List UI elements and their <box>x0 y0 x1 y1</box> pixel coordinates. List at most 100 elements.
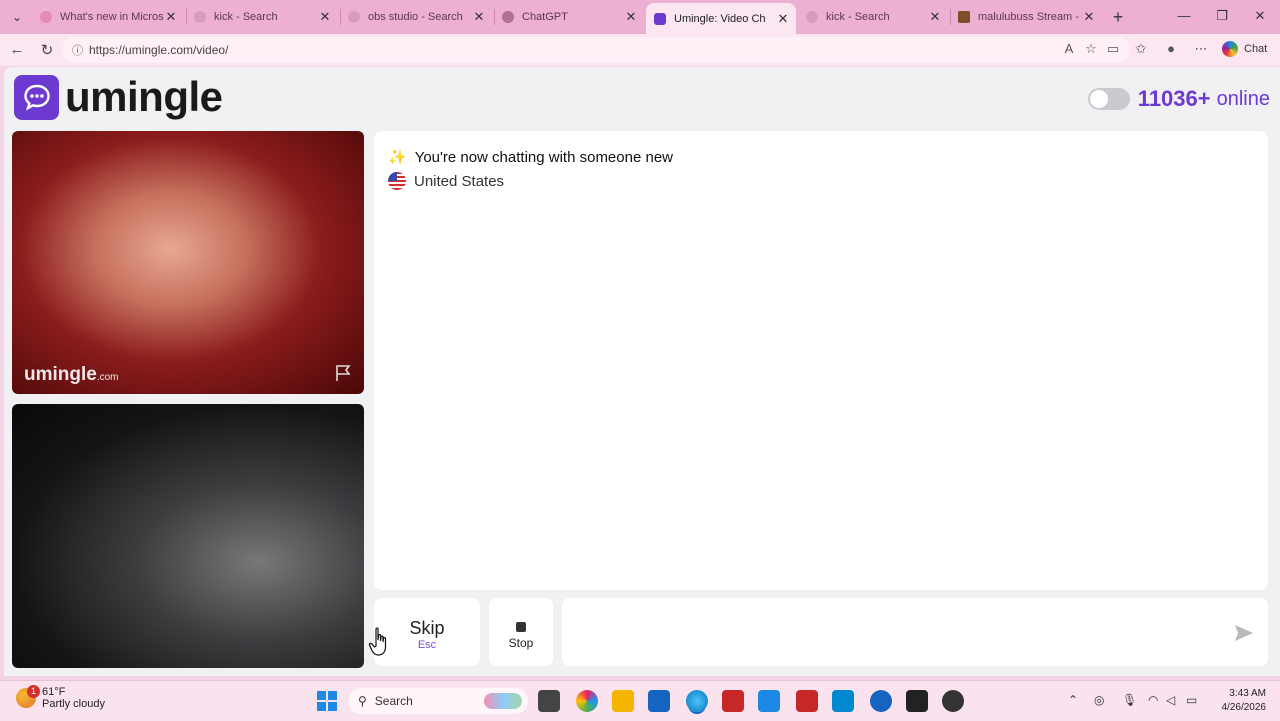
back-arrow-icon[interactable]: ← <box>8 41 26 58</box>
restore-icon[interactable]: ❐ <box>1212 8 1232 24</box>
refresh-icon[interactable]: ↻ <box>38 41 56 59</box>
edge-app-icon[interactable] <box>686 690 708 712</box>
camera-icon[interactable]: ▭ <box>1104 41 1122 57</box>
close-tab-icon[interactable]: ✕ <box>318 9 332 25</box>
tab-title: Umingle: Video Ch <box>674 12 766 25</box>
more-menu-icon[interactable]: ⋯ <box>1192 41 1210 57</box>
ea-app-icon[interactable] <box>870 690 892 712</box>
volume-icon[interactable]: ◁ <box>1166 693 1175 707</box>
umingle-favicon-icon <box>654 12 666 25</box>
hand-cursor-icon <box>368 627 387 656</box>
app-launcher-icon[interactable] <box>758 690 780 712</box>
stop-label: Stop <box>508 636 534 650</box>
tab-actions-menu[interactable]: ⌄ <box>6 6 28 28</box>
send-icon[interactable] <box>1234 624 1254 642</box>
tab-kick-search-2[interactable]: kick - Search ✕ <box>798 4 948 30</box>
partner-country: United States <box>388 172 504 190</box>
local-video <box>12 404 364 668</box>
clock-time: 3:43 AM <box>1229 688 1266 699</box>
lock-icon: ⓘ <box>72 45 83 57</box>
lenovo-icon[interactable] <box>722 690 744 712</box>
tab-title: What's new in Microso <box>60 11 164 23</box>
close-tab-icon[interactable]: ✕ <box>472 9 486 25</box>
microsoft-store-icon[interactable] <box>648 690 670 712</box>
mcafee-icon[interactable] <box>796 690 818 712</box>
logo-wordmark: umingle <box>65 73 223 120</box>
search-label: Search <box>374 694 413 708</box>
task-view-icon[interactable] <box>538 690 560 712</box>
system-clock[interactable]: 3:43 AM 4/26/2026 <box>1222 687 1267 715</box>
tab-malulubuss-stream[interactable]: malulubuss Stream - W ✕ <box>950 4 1102 30</box>
windows-start-icon[interactable] <box>316 690 338 712</box>
close-tab-icon[interactable]: ✕ <box>624 9 638 25</box>
browser-toolbar: ← ↻ ⓘ https://umingle.com/video/ A ☆ ▭ ✩… <box>0 34 1280 66</box>
kick-favicon-icon <box>958 11 970 23</box>
copilot-icon <box>1222 41 1238 57</box>
notification-badge: 1 <box>27 685 40 698</box>
close-tab-icon[interactable]: ✕ <box>1082 9 1096 25</box>
online-indicator: 11036+ online <box>1087 86 1270 112</box>
online-count: 11036+ <box>1137 86 1211 111</box>
tab-kick-search[interactable]: kick - Search ✕ <box>186 4 338 30</box>
tab-obs-search[interactable]: obs studio - Search ✕ <box>340 4 492 30</box>
taskbar-search[interactable]: ⚲ Search <box>348 688 528 714</box>
tab-title: obs studio - Search <box>368 11 463 23</box>
address-bar[interactable]: ⓘ https://umingle.com/video/ <box>62 37 1130 63</box>
message-input[interactable] <box>562 598 1268 666</box>
sparkle-icon: ✨ <box>388 149 407 166</box>
favorites-icon[interactable]: ✩ <box>1132 41 1150 57</box>
vpn-shield-icon[interactable]: ◎ <box>1094 693 1104 707</box>
clock-date: 4/26/2026 <box>1221 702 1267 713</box>
umingle-logo[interactable]: umingle <box>14 73 223 121</box>
search-highlight-icon <box>484 693 522 709</box>
url-text: https://umingle.com/video/ <box>89 43 229 57</box>
chat-bubble-logo-icon <box>14 74 59 120</box>
close-tab-icon[interactable]: ✕ <box>776 11 790 27</box>
show-hidden-icons[interactable]: ⌃ <box>1068 693 1078 707</box>
tab-title: ChatGPT <box>522 11 568 23</box>
tab-whats-new[interactable]: What's new in Microso ✕ <box>32 4 184 30</box>
tab-umingle[interactable]: Umingle: Video Ch ✕ <box>646 3 796 34</box>
battery-icon[interactable]: ▭ <box>1186 693 1197 707</box>
search-favicon-icon <box>806 11 818 23</box>
wifi-icon[interactable]: ◠ <box>1148 693 1158 707</box>
search-favicon-icon <box>194 11 206 23</box>
outlook-icon[interactable] <box>832 690 854 712</box>
read-aloud-icon[interactable]: A <box>1060 41 1078 56</box>
online-label: online <box>1216 87 1270 110</box>
tab-title: kick - Search <box>214 11 278 23</box>
close-tab-icon[interactable]: ✕ <box>928 9 942 25</box>
tab-chatgpt[interactable]: ChatGPT ✕ <box>494 4 644 30</box>
tab-title: kick - Search <box>826 11 890 23</box>
country-label: United States <box>414 172 505 190</box>
chatgpt-favicon-icon <box>502 11 514 23</box>
minimize-icon[interactable]: — <box>1174 8 1194 23</box>
chat-label: Chat <box>1244 43 1268 55</box>
chat-panel: ✨ You're now chatting with someone new U… <box>374 131 1268 590</box>
search-icon: ⚲ <box>358 694 367 708</box>
report-flag-icon[interactable] <box>334 364 354 382</box>
tab-title: malulubuss Stream - W <box>978 11 1082 23</box>
remote-video: umingle.com <box>12 131 364 394</box>
weather-icon: 1 <box>16 685 40 708</box>
copilot-chat-button[interactable]: Chat <box>1222 41 1267 57</box>
epic-games-icon[interactable] <box>906 690 928 712</box>
file-explorer-icon[interactable] <box>612 690 634 712</box>
favorite-star-icon[interactable]: ☆ <box>1082 41 1100 57</box>
close-window-icon[interactable]: ✕ <box>1250 8 1270 24</box>
close-tab-icon[interactable]: ✕ <box>164 9 178 25</box>
stop-button[interactable]: Stop <box>489 598 553 666</box>
copilot-app-icon[interactable] <box>576 690 598 712</box>
microphone-icon[interactable]: 🎙 <box>1122 693 1137 707</box>
system-message: ✨ You're now chatting with someone new <box>388 148 673 167</box>
us-flag-icon <box>388 172 406 190</box>
weather-widget[interactable]: 1 61°F Partly cloudy <box>16 685 105 710</box>
umingle-watermark: umingle.com <box>24 364 119 385</box>
tab-strip: ⌄ What's new in Microso ✕ kick - Search … <box>0 0 1280 34</box>
new-tab-icon[interactable]: + <box>1108 8 1128 28</box>
profile-avatar-icon[interactable]: ● <box>1162 41 1180 56</box>
theme-toggle[interactable] <box>1087 88 1130 110</box>
status-message: You're now chatting with someone new <box>414 148 673 166</box>
obs-studio-icon[interactable] <box>942 690 964 712</box>
search-favicon-icon <box>348 11 360 23</box>
